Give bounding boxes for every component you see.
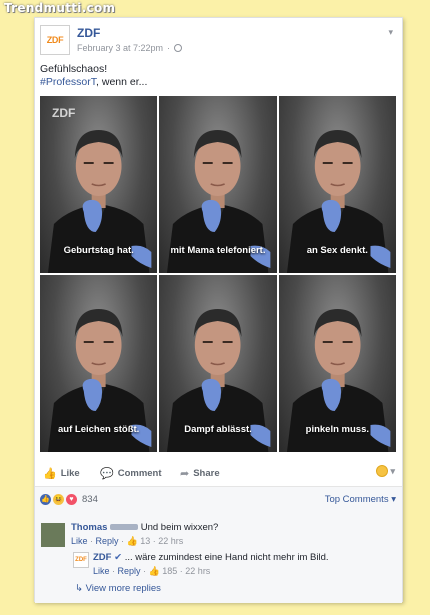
share-icon: ➦ xyxy=(180,468,190,480)
image-tile[interactable]: mit Mama telefoniert. xyxy=(159,96,277,273)
comment-like-link[interactable]: Like xyxy=(71,536,88,546)
comment-time[interactable]: 22 hrs xyxy=(158,536,183,546)
love-reaction-icon: ♥ xyxy=(66,494,77,505)
post-text-rest: , wenn er... xyxy=(96,76,148,88)
commenter-name[interactable]: Thomas xyxy=(71,522,107,533)
image-tile[interactable]: pinkeln muss. xyxy=(278,275,396,452)
reply-author[interactable]: ZDF xyxy=(93,552,111,563)
share-button[interactable]: ➦ Share xyxy=(180,467,220,480)
zdf-logo: ZDF xyxy=(46,35,64,45)
reply-arrow-icon: ↳ xyxy=(75,583,83,594)
page-avatar[interactable]: ZDF xyxy=(40,25,70,55)
comment-actions: Like · Reply · 👍 13 · 22 hrs xyxy=(71,536,184,546)
image-caption: Dampf ablässt. xyxy=(184,424,252,435)
like-button[interactable]: 👍 Like xyxy=(43,467,80,480)
comment-label: Comment xyxy=(117,468,162,479)
reaction-emoji-icon xyxy=(376,465,389,477)
chevron-down-icon: ▾ xyxy=(390,465,395,476)
image-caption: pinkeln muss. xyxy=(305,424,369,435)
verified-icon: ✔ xyxy=(114,552,123,563)
site-watermark: Trendmutti.com xyxy=(4,1,116,15)
post-text: Gefühlschaos! #ProfessorT, wenn er... xyxy=(40,63,147,89)
reply-1: ZDF ✔ ... wäre zumindest eine Hand nicht… xyxy=(93,552,329,577)
reply-like-link[interactable]: Like xyxy=(93,566,110,576)
top-comments-label: Top Comments xyxy=(324,494,389,505)
image-caption: auf Leichen stößt. xyxy=(58,424,140,435)
reply-text: ... wäre zumindest eine Hand nicht mehr … xyxy=(124,552,329,563)
like-reaction-icon: 👍 xyxy=(40,494,51,505)
image-tile[interactable]: Dampf ablässt. xyxy=(159,275,277,452)
comment-icon: 💬 xyxy=(100,468,114,480)
reaction-summary[interactable]: 👍 😆 ♥ 834 xyxy=(40,494,98,505)
facebook-post-card: ZDF ZDF February 3 at 7:22pm · ▾ Gefühls… xyxy=(34,17,403,603)
thumbs-up-icon: 👍 xyxy=(43,468,57,480)
share-label: Share xyxy=(193,468,220,479)
post-author[interactable]: ZDF xyxy=(77,26,100,40)
thumbs-up-icon: 👍 xyxy=(126,536,138,546)
action-bar: 👍 Like 💬 Comment ➦ Share ▾ xyxy=(40,465,397,483)
reply-avatar[interactable]: ZDF xyxy=(73,552,89,568)
thumbs-up-icon: 👍 xyxy=(148,566,160,576)
post-image-grid[interactable]: ZDF Geburtstag hat. mit Mama telefoniert. a… xyxy=(40,96,396,452)
post-timestamp[interactable]: February 3 at 7:22pm xyxy=(77,43,163,53)
image-caption: mit Mama telefoniert. xyxy=(170,245,266,256)
comment-button[interactable]: 💬 Comment xyxy=(100,467,162,480)
reaction-selector[interactable]: ▾ xyxy=(376,465,395,477)
post-meta: February 3 at 7:22pm · xyxy=(77,43,183,53)
globe-icon xyxy=(174,44,183,52)
image-caption: an Sex denkt. xyxy=(306,245,368,256)
redacted-name xyxy=(110,524,139,531)
post-text-line2: #ProfessorT, wenn er... xyxy=(40,76,147,89)
reply-actions: Like · Reply · 👍 185 · 22 hrs xyxy=(93,566,211,576)
like-label: Like xyxy=(60,468,80,479)
comment-reply-link[interactable]: Reply xyxy=(96,536,119,546)
meta-separator: · xyxy=(167,43,171,53)
reply-reply-link[interactable]: Reply xyxy=(118,566,141,576)
comments-section: 👍 😆 ♥ 834 Top Comments ▾ Thomas Und beim… xyxy=(35,487,402,603)
comment-text: Und beim wixxen? xyxy=(140,522,219,533)
post-header: ZDF ZDF February 3 at 7:22pm · ▾ xyxy=(40,23,397,59)
image-tile[interactable]: auf Leichen stößt. xyxy=(40,275,158,452)
reply-time[interactable]: 22 hrs xyxy=(185,566,210,576)
view-more-label: View more replies xyxy=(85,583,161,594)
image-tile[interactable]: an Sex denkt. xyxy=(278,96,396,273)
reply-like-count: 185 xyxy=(162,566,178,576)
comment-like-count: 13 xyxy=(140,536,151,546)
top-comments-sort[interactable]: Top Comments ▾ xyxy=(325,494,396,505)
zdf-image-watermark: ZDF xyxy=(52,106,76,120)
hashtag-link[interactable]: #ProfessorT xyxy=(40,76,96,88)
post-text-line1: Gefühlschaos! xyxy=(40,63,108,75)
reaction-count: 834 xyxy=(82,494,98,505)
image-tile[interactable]: ZDF Geburtstag hat. xyxy=(40,96,158,273)
chevron-down-icon[interactable]: ▾ xyxy=(388,27,393,38)
haha-reaction-icon: 😆 xyxy=(53,494,64,505)
image-caption: Geburtstag hat. xyxy=(63,245,134,256)
view-more-replies[interactable]: ↳ View more replies xyxy=(75,583,161,594)
commenter-avatar[interactable] xyxy=(41,523,65,547)
comment-1: Thomas Und beim wixxen? Like · Reply · 👍… xyxy=(71,522,218,547)
